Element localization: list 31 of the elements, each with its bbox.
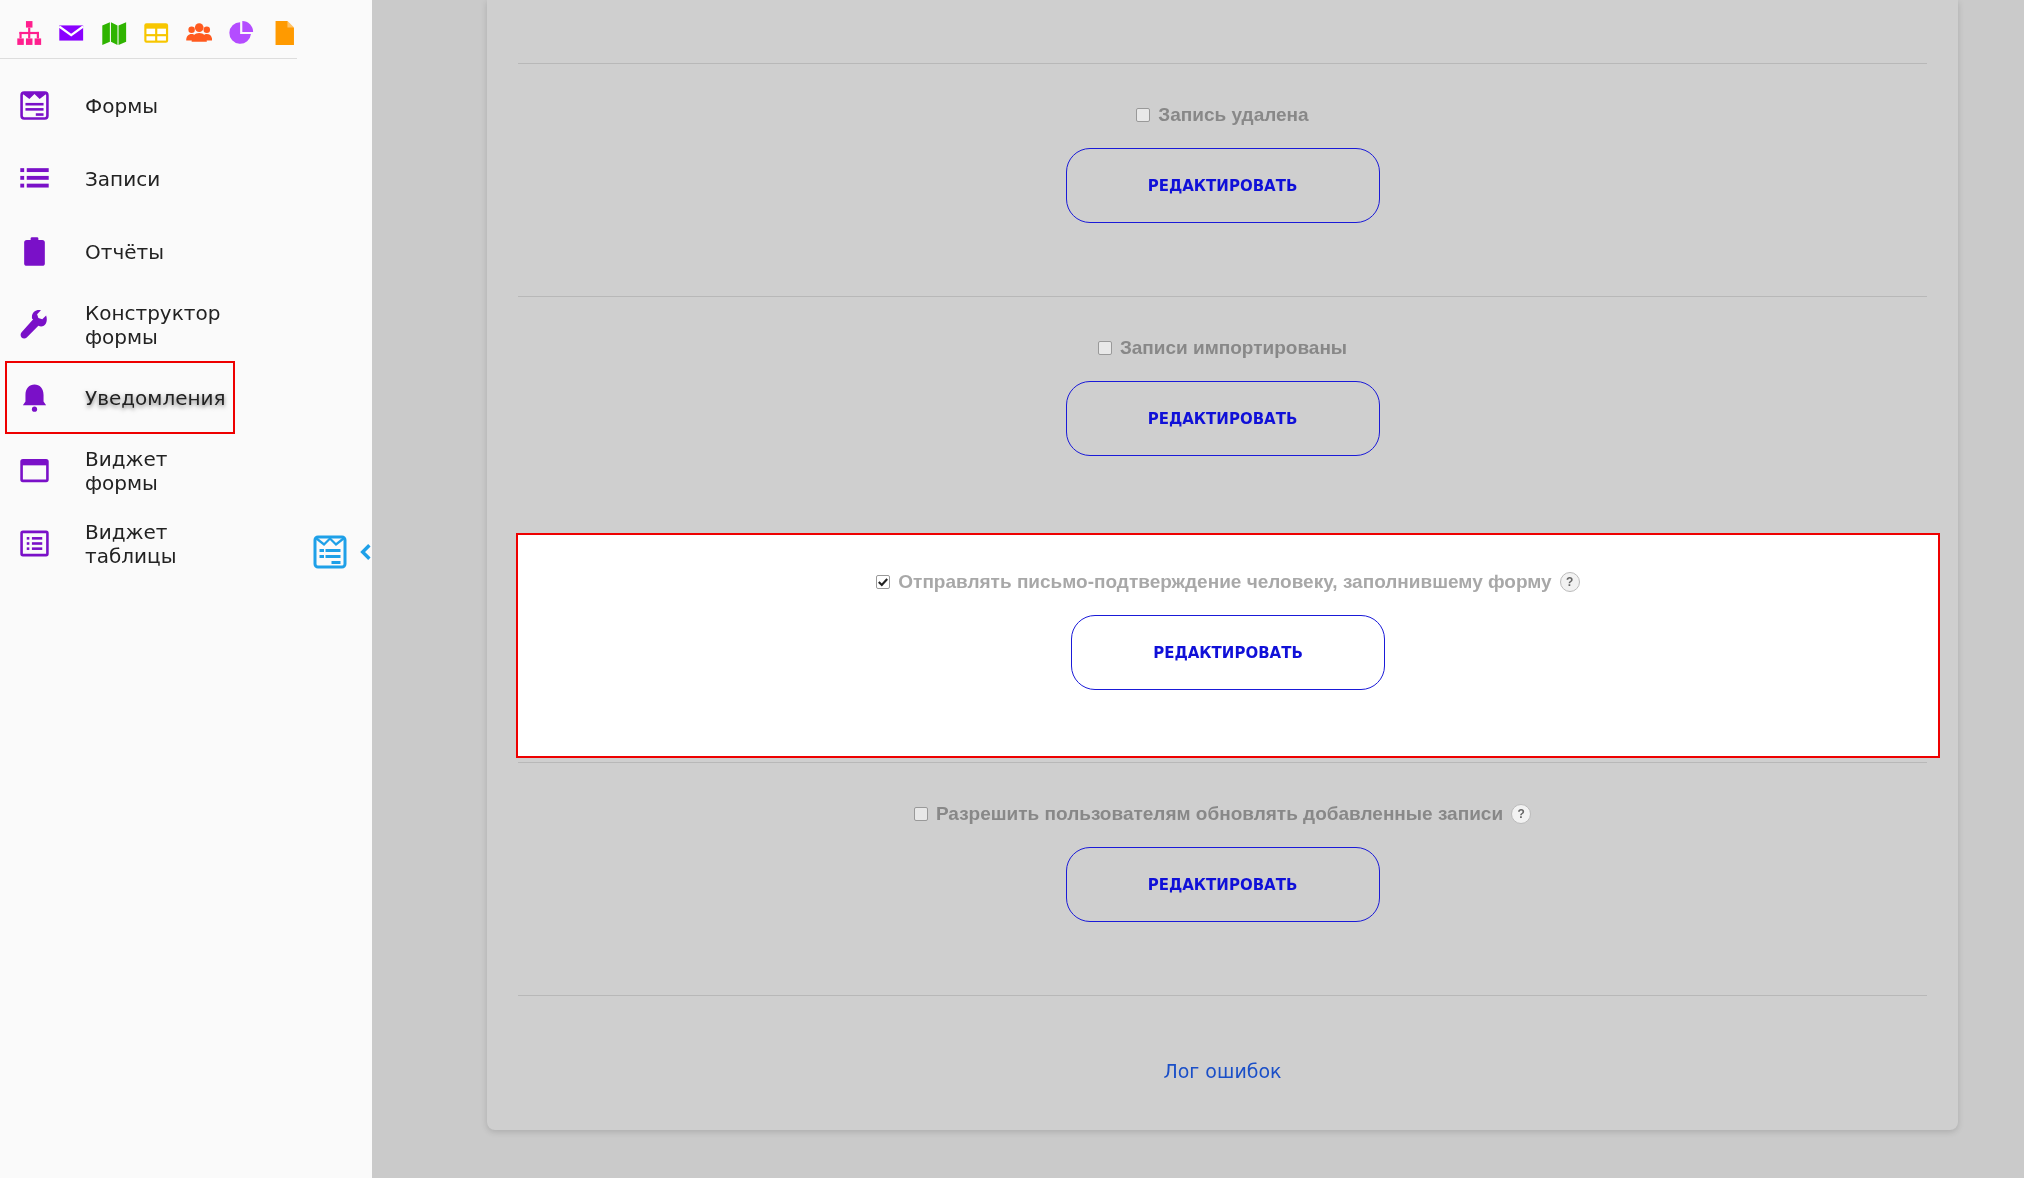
edit-button[interactable]: РЕДАКТИРОВАТЬ bbox=[1065, 381, 1380, 456]
sidebar-item[interactable]: Виджет таблицы bbox=[5, 507, 235, 580]
checkbox[interactable] bbox=[913, 807, 928, 821]
table-icon[interactable] bbox=[143, 20, 170, 46]
form-icon[interactable] bbox=[312, 534, 348, 570]
checkbox[interactable] bbox=[876, 575, 891, 589]
sidebar-item[interactable]: Отчёты bbox=[5, 215, 235, 288]
form-icon bbox=[19, 90, 50, 121]
help-icon[interactable]: ? bbox=[1511, 804, 1532, 824]
map-icon[interactable] bbox=[100, 20, 128, 46]
sidebar-item[interactable]: Формы bbox=[5, 69, 235, 142]
sidebar-item[interactable]: Конструктор формы bbox=[5, 288, 235, 361]
sitemap-icon[interactable] bbox=[16, 20, 43, 46]
checkbox-label: Запись удалена bbox=[1158, 104, 1309, 126]
error-log-link[interactable]: Лог ошибок bbox=[1163, 1060, 1282, 1082]
list-icon bbox=[19, 528, 50, 559]
checkbox-label: Отправлять письмо-подтверждение человеку, заполнившему форму bbox=[898, 571, 1552, 593]
checkbox-label: Разрешить пользователям обновлять добавленные записи bbox=[935, 803, 1504, 825]
sidebar-item[interactable]: Виджет формы bbox=[5, 434, 235, 507]
checkbox-label: Записи импортированы bbox=[1119, 337, 1348, 359]
checkbox[interactable] bbox=[1136, 108, 1151, 122]
sidebar-item[interactable]: Записи bbox=[5, 142, 235, 215]
sidebar-item[interactable]: Уведомления bbox=[5, 361, 235, 434]
pie-chart-icon[interactable] bbox=[228, 20, 255, 46]
checkbox[interactable] bbox=[1097, 341, 1112, 355]
wrench-icon bbox=[19, 309, 50, 340]
edit-button[interactable]: РЕДАКТИРОВАТЬ bbox=[1071, 615, 1385, 690]
chevron-left-icon[interactable] bbox=[360, 543, 372, 561]
edit-button[interactable]: РЕДАКТИРОВАТЬ bbox=[1065, 148, 1380, 223]
edit-button[interactable]: РЕДАКТИРОВАТЬ bbox=[1065, 847, 1380, 922]
help-icon[interactable]: ? bbox=[1559, 572, 1580, 592]
